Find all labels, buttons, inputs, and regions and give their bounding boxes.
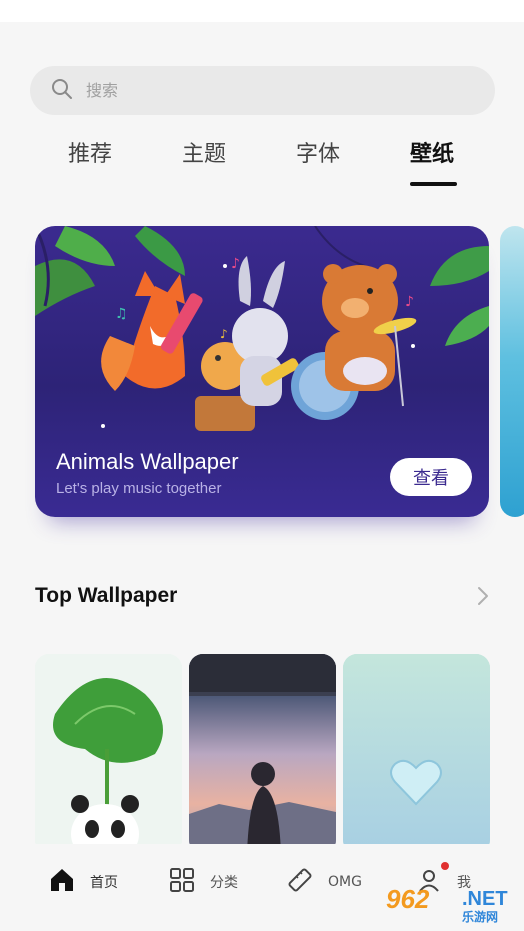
nav-category[interactable]: 分类 <box>168 866 238 898</box>
wallpaper-thumb-heart[interactable] <box>343 654 490 854</box>
svg-text:♪: ♪ <box>405 294 414 310</box>
tab-wallpapers[interactable]: 壁纸 <box>410 138 454 186</box>
tab-themes[interactable]: 主题 <box>182 138 226 186</box>
svg-text:♪: ♪ <box>231 256 240 272</box>
tab-recommend[interactable]: 推荐 <box>68 138 112 186</box>
watermark-brand: 962 <box>386 884 430 914</box>
section-title: Top Wallpaper <box>35 584 178 607</box>
tab-fonts[interactable]: 字体 <box>296 138 340 186</box>
wallpaper-thumb-sunset-girl[interactable] <box>189 654 336 854</box>
status-bar <box>0 0 524 22</box>
tab-active-indicator <box>410 182 457 186</box>
nav-omg[interactable]: OMG <box>286 866 362 898</box>
chevron-right-icon[interactable] <box>473 584 493 608</box>
nav-category-label: 分类 <box>210 875 238 891</box>
home-icon <box>48 866 76 898</box>
wallpaper-thumb-lotus-panda[interactable] <box>35 654 182 854</box>
site-watermark-logo: 962 .NET 乐游网 <box>386 884 518 926</box>
grid-icon <box>168 866 196 898</box>
nav-omg-label: OMG <box>328 874 362 890</box>
search-input[interactable] <box>86 81 446 100</box>
svg-text:♫: ♫ <box>115 306 128 322</box>
featured-banner[interactable]: ♪ ♫ ♪ ♪ Animals Wallpaper Let's play mus… <box>35 226 489 517</box>
banner-title: Animals Wallpaper <box>56 449 239 474</box>
search-icon <box>50 77 74 105</box>
banner-subtitle: Let's play music together <box>56 480 222 497</box>
notification-badge <box>441 862 449 870</box>
svg-text:♪: ♪ <box>220 327 228 341</box>
watermark-site: 乐游网 <box>462 910 499 924</box>
nav-home[interactable]: 首页 <box>48 866 118 898</box>
next-banner-peek[interactable] <box>500 226 524 517</box>
nav-home-label: 首页 <box>90 875 118 891</box>
view-button[interactable]: 查看 <box>390 458 472 496</box>
pencil-ruler-icon <box>286 866 314 898</box>
category-tabs: 推荐 主题 字体 壁纸 <box>0 138 524 188</box>
search-bar[interactable] <box>30 66 495 115</box>
